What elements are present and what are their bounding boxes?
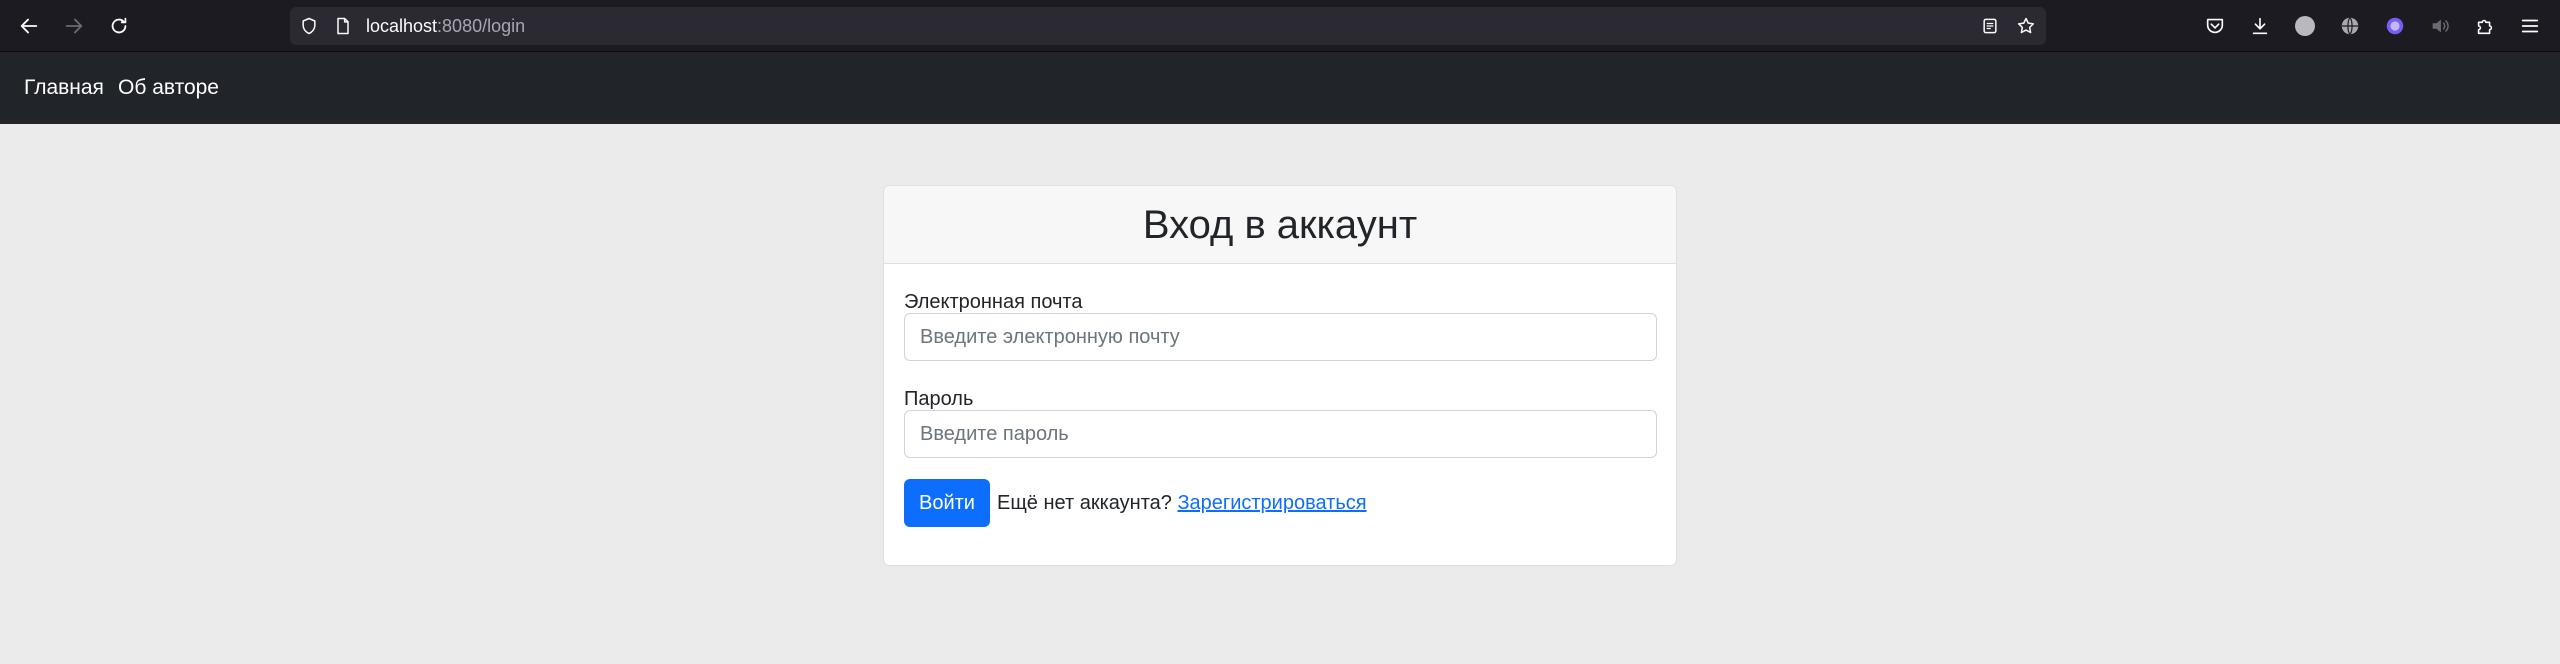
url-host: localhost — [366, 16, 438, 36]
shield-icon[interactable] — [298, 15, 320, 37]
back-button[interactable] — [11, 8, 47, 44]
nav-link-about-author[interactable]: Об авторе — [118, 76, 219, 100]
url-path: :8080/login — [437, 16, 526, 36]
puzzle-icon[interactable] — [2473, 14, 2497, 38]
forward-button[interactable] — [56, 8, 92, 44]
register-prompt: Ещё нет аккаунта? Зарегистрироваться — [997, 491, 1367, 515]
login-button[interactable]: Войти — [904, 479, 990, 527]
reload-button[interactable] — [101, 8, 137, 44]
pocket-icon[interactable] — [2203, 14, 2227, 38]
star-icon[interactable] — [2015, 15, 2037, 37]
url-bar[interactable]: localhost:8080/login — [290, 7, 2046, 45]
site-navbar: Главная Об авторе — [0, 52, 2560, 124]
browser-toolbar: localhost:8080/login — [0, 0, 2560, 52]
nav-link-home[interactable]: Главная — [24, 76, 104, 100]
register-link[interactable]: Зарегистрироваться — [1177, 492, 1366, 514]
password-field[interactable] — [904, 410, 1657, 458]
page-icon[interactable] — [332, 15, 354, 37]
globe-extension-icon[interactable] — [2338, 14, 2362, 38]
arrow-right-icon — [65, 18, 83, 34]
url-text[interactable]: localhost:8080/login — [366, 16, 525, 36]
reader-view-icon[interactable] — [1979, 15, 2001, 37]
download-icon[interactable] — [2248, 14, 2272, 38]
email-field[interactable] — [904, 313, 1657, 361]
login-card-header: Вход в аккаунт — [884, 186, 1676, 264]
no-account-text: Ещё нет аккаунта? — [997, 492, 1172, 514]
reload-icon — [111, 17, 127, 34]
vpn-extension-icon[interactable] — [2383, 14, 2407, 38]
arrow-left-icon — [20, 18, 38, 34]
adblock-extension-icon[interactable] — [2293, 14, 2317, 38]
hamburger-menu-icon[interactable] — [2518, 14, 2542, 38]
email-label: Электронная почта — [904, 291, 1083, 313]
password-label: Пароль — [904, 388, 974, 410]
speaker-icon[interactable] — [2428, 14, 2452, 38]
login-card: Вход в аккаунт Электронная почта Пароль … — [883, 185, 1677, 566]
page-title: Вход в аккаунт — [1142, 202, 1418, 247]
